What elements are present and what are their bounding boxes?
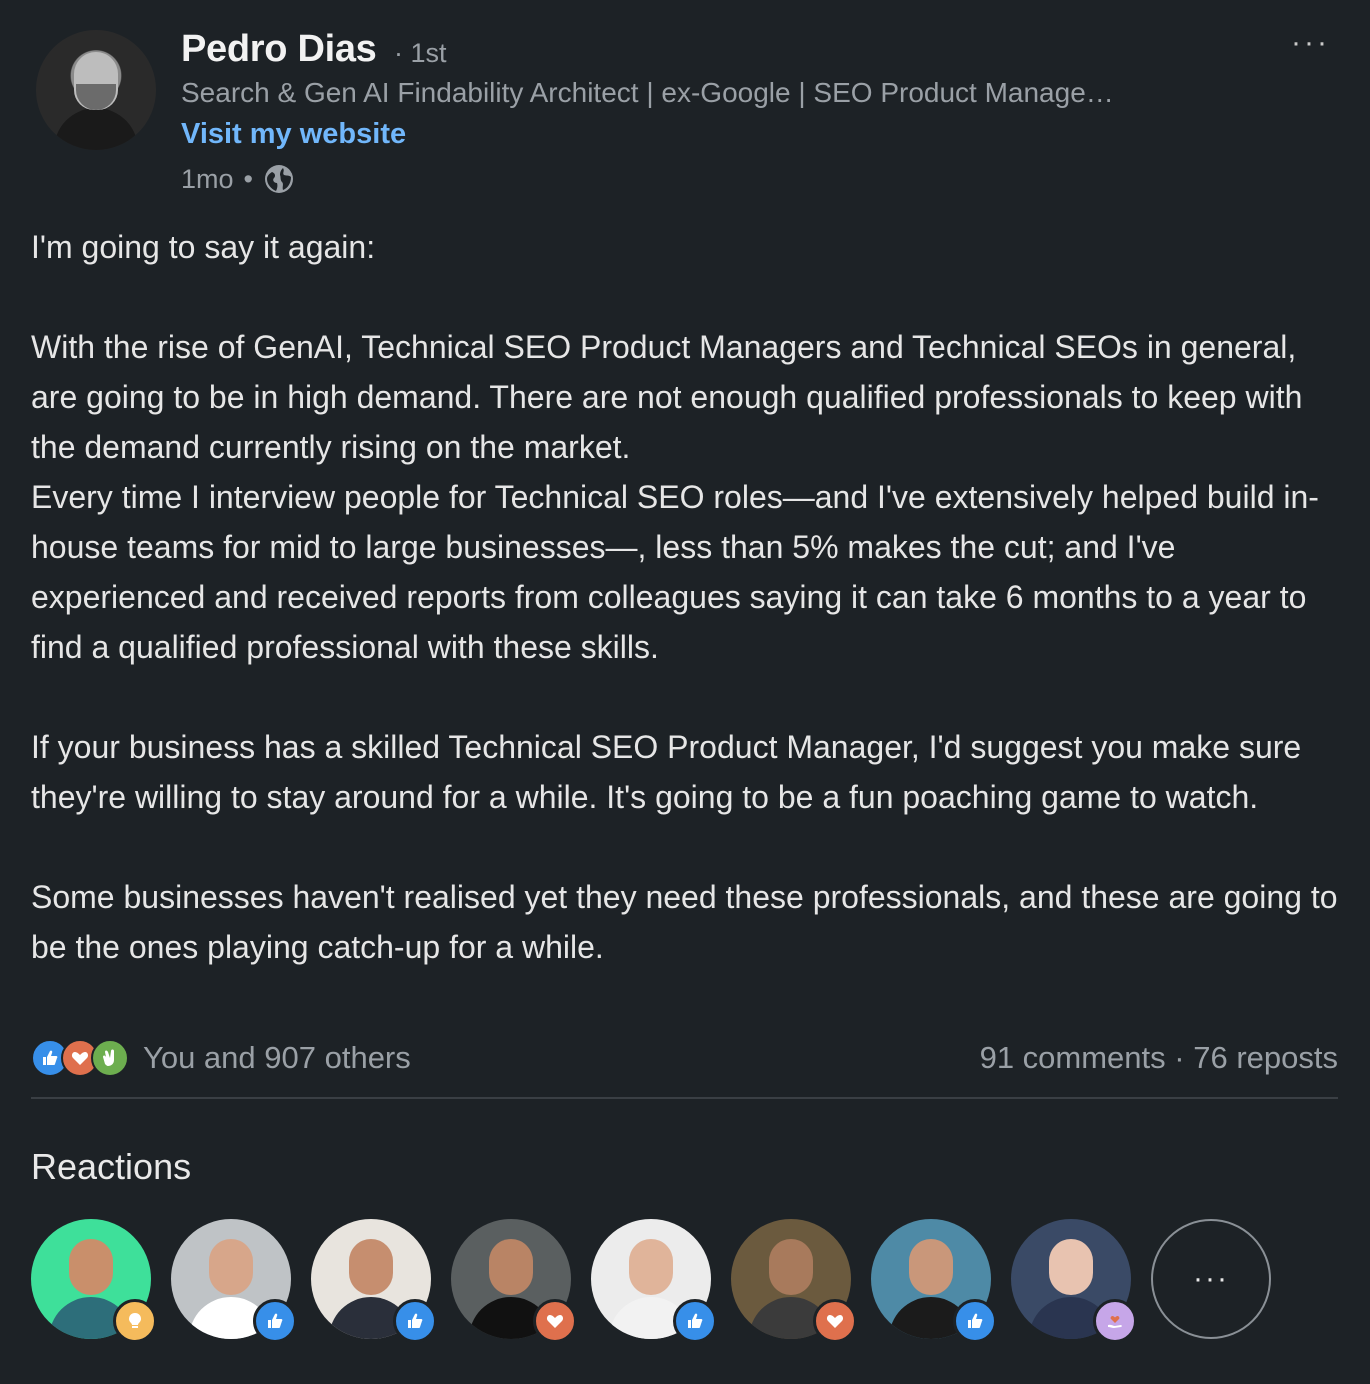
reactor-avatar[interactable] <box>31 1219 157 1343</box>
post-paragraph: Some businesses haven't realised yet the… <box>31 879 1338 965</box>
avatar-head <box>629 1239 673 1295</box>
reactors-list: ··· <box>31 1219 1271 1343</box>
like-icon <box>673 1299 717 1343</box>
post-paragraph: Every time I interview people for Techni… <box>31 479 1319 665</box>
post-options-button[interactable]: ··· <box>1291 26 1330 60</box>
avatar-head <box>69 1239 113 1295</box>
connection-degree: · 1st <box>394 38 447 68</box>
like-icon <box>953 1299 997 1343</box>
avatar-head <box>349 1239 393 1295</box>
comments-count[interactable]: 91 comments <box>980 1040 1166 1075</box>
reaction-summary[interactable]: You and 907 others <box>31 1039 411 1077</box>
post-paragraph: I'm going to say it again: <box>31 229 376 265</box>
reactor-avatar[interactable] <box>1011 1219 1137 1343</box>
stats-separator: · <box>1174 1040 1185 1075</box>
reposts-count[interactable]: 76 reposts <box>1193 1040 1338 1075</box>
love-icon <box>813 1299 857 1343</box>
reactor-avatar[interactable] <box>731 1219 857 1343</box>
avatar-head <box>769 1239 813 1295</box>
love-icon <box>533 1299 577 1343</box>
avatar-head <box>909 1239 953 1295</box>
social-counts-bar: You and 907 others 91 comments · 76 repo… <box>31 1036 1338 1080</box>
reactions-heading: Reactions <box>31 1146 192 1187</box>
more-reactions-button[interactable]: ··· <box>1151 1219 1271 1339</box>
avatar-head <box>1049 1239 1093 1295</box>
post-body: I'm going to say it again: With the rise… <box>31 222 1341 972</box>
visit-website-link[interactable]: Visit my website <box>181 118 406 151</box>
reactor-avatar[interactable] <box>871 1219 997 1343</box>
reactor-avatar[interactable] <box>311 1219 437 1343</box>
support-icon <box>1093 1299 1137 1343</box>
author-avatar[interactable] <box>36 30 156 150</box>
like-icon <box>393 1299 437 1343</box>
avatar-shoulders <box>54 108 138 150</box>
avatar-head <box>489 1239 533 1295</box>
insight-icon <box>113 1299 157 1343</box>
author-name[interactable]: Pedro Dias <box>181 28 377 71</box>
reactor-avatar[interactable] <box>171 1219 297 1343</box>
post-paragraph: With the rise of GenAI, Technical SEO Pr… <box>31 329 1303 465</box>
post-meta: 1mo • <box>181 163 295 195</box>
reactor-avatar[interactable] <box>591 1219 717 1343</box>
author-headline: Search & Gen AI Findability Architect | … <box>181 77 1114 108</box>
reactor-avatar[interactable] <box>451 1219 577 1343</box>
like-icon <box>253 1299 297 1343</box>
celebrate-icon <box>91 1039 129 1077</box>
meta-separator: • <box>243 163 253 194</box>
engagement-stats: 91 comments · 76 reposts <box>980 1040 1338 1076</box>
reaction-count[interactable]: You and 907 others <box>143 1040 411 1076</box>
globe-icon <box>263 163 295 195</box>
post-paragraph: If your business has a skilled Technical… <box>31 729 1302 815</box>
avatar-head <box>209 1239 253 1295</box>
divider <box>31 1097 1338 1099</box>
post-time: 1mo <box>181 163 234 194</box>
